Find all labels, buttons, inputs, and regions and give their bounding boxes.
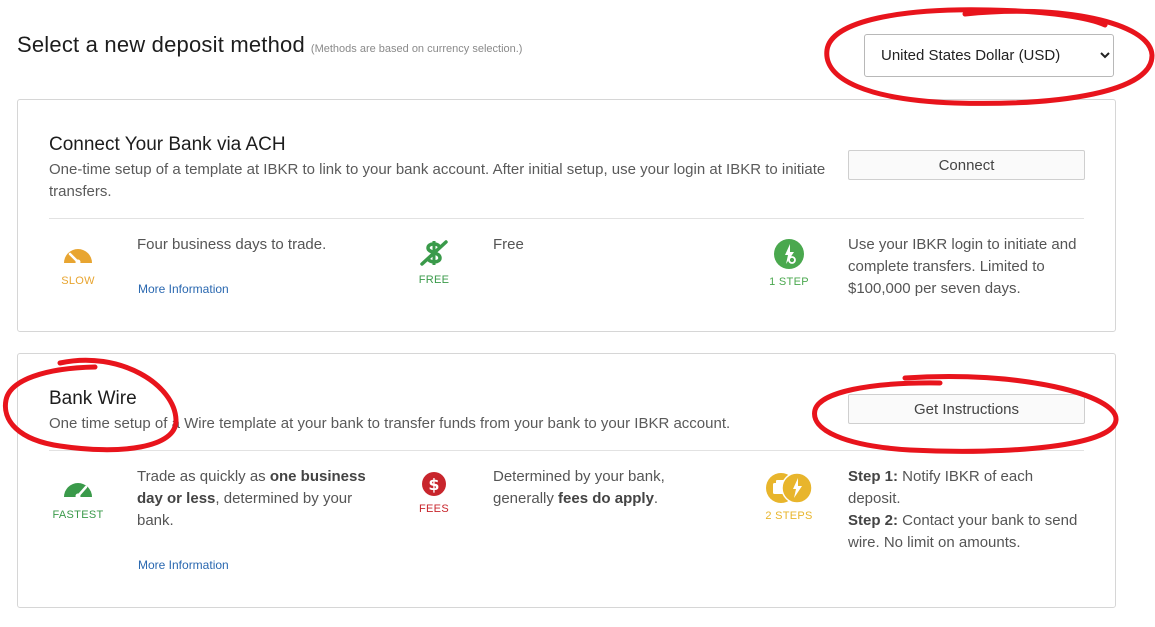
ach-title: Connect Your Bank via ACH [49,134,286,155]
free-no-dollar-icon [420,240,448,266]
wire-cost-text: Determined by your bank, generally fees … [493,466,713,510]
wire-cost-label: FEES [419,503,449,515]
ach-cost-text: Free [493,236,524,253]
ach-cost-label: FREE [418,274,450,286]
wire-speed-text-part1: Trade as quickly as [137,468,270,485]
page-subtitle: (Methods are based on currency selection… [310,43,523,55]
ach-speed-indicator: SLOW [48,237,108,287]
speedometer-fast-icon [64,477,92,499]
ach-method-card: Connect Your Bank via ACH One-time setup… [17,99,1116,332]
wire-title: Bank Wire [49,388,137,409]
ach-description: One-time setup of a template at IBKR to … [49,161,826,200]
wire-steps-indicator: 2 STEPS [759,472,819,522]
ach-steps-text: Use your IBKR login to initiate and comp… [848,236,1077,297]
two-steps-icon [766,472,813,504]
single-step-icon [774,239,804,269]
fees-dollar-icon: $ [422,472,446,496]
wire-speed-label: FASTEST [52,509,104,521]
wire-speed-indicator: FASTEST [48,471,108,521]
connect-button[interactable]: Connect [848,150,1085,180]
wire-cost-text-part2: . [653,490,659,507]
wire-cost-text-bold: fees do apply [558,490,654,507]
ach-divider [49,218,1084,219]
ach-more-information-link[interactable]: More Information [138,282,229,296]
wire-speed-text: Trade as quickly as one business day or … [137,466,377,532]
svg-text:$: $ [428,475,439,494]
get-instructions-button[interactable]: Get Instructions [848,394,1085,424]
page-header: Select a new deposit method (Methods are … [17,32,522,58]
ach-speed-label: SLOW [61,275,95,287]
wire-description: One time setup of a Wire template at you… [49,415,731,432]
wire-more-information-link[interactable]: More Information [138,558,229,572]
ach-cost-indicator: FREE [404,238,464,286]
wire-step1-label: Step 1: [848,468,899,485]
wire-step2-label: Step 2: [848,512,899,529]
wire-steps-label: 2 STEPS [765,510,813,522]
wire-divider [49,450,1084,451]
wire-steps-text: Step 1: Notify IBKR of each deposit. Step… [848,466,1083,554]
wire-method-card: Bank Wire One time setup of a Wire templ… [17,353,1116,608]
ach-steps-label: 1 STEP [769,276,809,288]
page-title: Select a new deposit method [17,32,305,57]
wire-cost-indicator: $ FEES [404,471,464,515]
currency-select[interactable]: United States Dollar (USD) [864,34,1114,77]
ach-steps-indicator: 1 STEP [759,238,819,288]
ach-speed-text: Four business days to trade. [137,236,327,253]
speedometer-slow-icon [64,243,92,265]
